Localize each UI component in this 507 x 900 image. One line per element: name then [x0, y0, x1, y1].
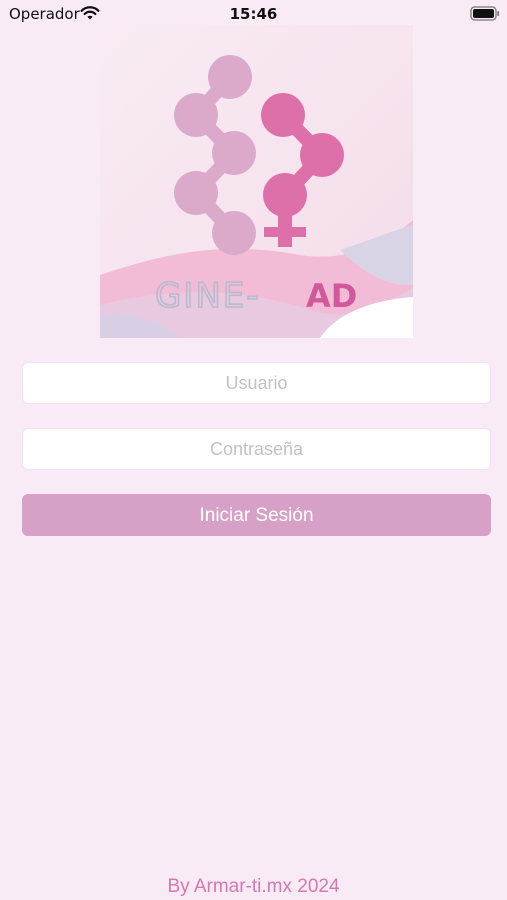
logo-text-primary: GINE-	[155, 276, 261, 316]
username-input[interactable]	[23, 363, 490, 403]
battery-icon	[470, 6, 500, 25]
logo-text-accent: AD	[306, 277, 357, 315]
status-bar: Operador 15:46	[0, 0, 507, 28]
footer-credit: By Armar-ti.mx 2024	[167, 876, 340, 897]
login-button[interactable]: Iniciar Sesión	[22, 494, 491, 536]
password-field[interactable]	[22, 428, 491, 470]
username-field[interactable]	[22, 362, 491, 404]
app-logo: GINE- AD	[100, 25, 413, 338]
clock: 15:46	[229, 5, 278, 23]
password-input[interactable]	[23, 429, 490, 469]
